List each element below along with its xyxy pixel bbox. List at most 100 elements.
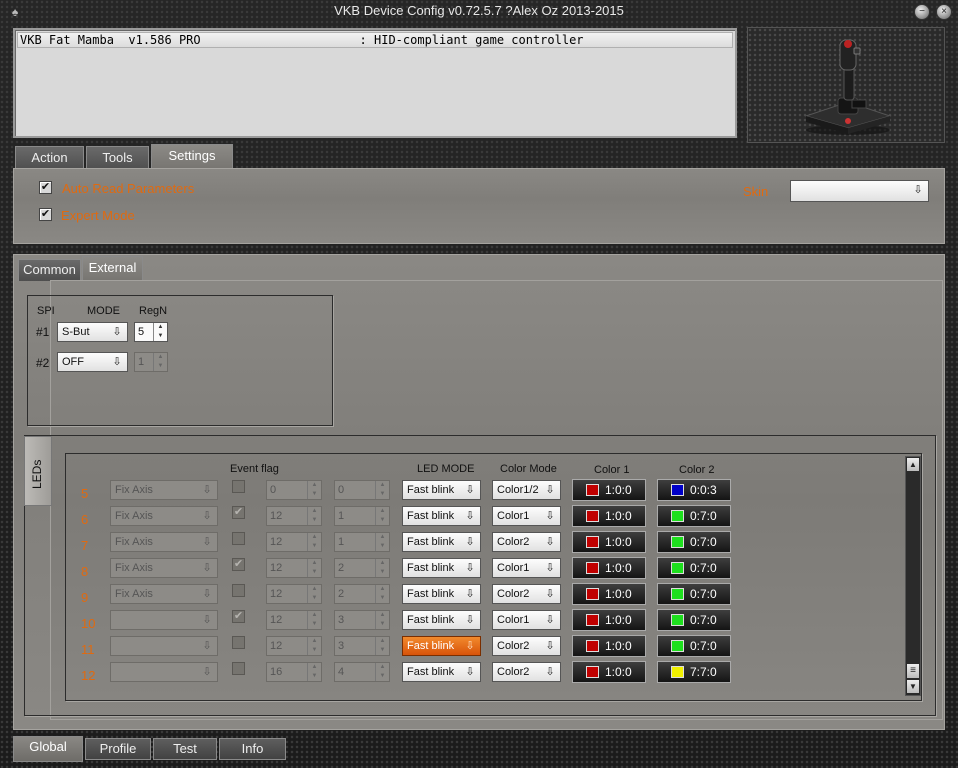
joystick-image-icon (804, 39, 892, 135)
led-number: 5 (81, 486, 89, 501)
scroll-down-icon[interactable]: ▼ (907, 680, 919, 693)
spinner-arrows-icon: ▲ ▼ (153, 353, 167, 371)
color-mode-dropdown[interactable]: Color2 ⇩ (492, 636, 561, 656)
led-mode-value: Fast blink (407, 640, 455, 652)
led-mode-dropdown[interactable]: Fast blink ⇩ (402, 610, 481, 630)
led-mode-dropdown[interactable]: Fast blink ⇩ (402, 662, 481, 682)
led-number: 11 (81, 642, 95, 657)
color2-value: 7:7:0 (690, 665, 717, 679)
color-mode-dropdown[interactable]: Color1/2 ⇩ (492, 480, 561, 500)
color2-button[interactable]: 0:7:0 (657, 583, 731, 605)
color1-button[interactable]: 1:0:0 (572, 609, 646, 631)
tab-external[interactable]: External (82, 256, 143, 282)
color2-button[interactable]: 0:7:0 (657, 635, 731, 657)
dropdown-arrow-icon: ⇩ (465, 510, 475, 522)
color1-button[interactable]: 1:0:0 (572, 661, 646, 683)
color2-value: 0:7:0 (690, 561, 717, 575)
spi1-regn-spinner[interactable]: 5 ▲ ▼ (134, 322, 168, 342)
color2-button[interactable]: 0:0:3 (657, 479, 731, 501)
event-flag-checkbox: ✔ (232, 610, 245, 623)
led-number: 7 (81, 538, 89, 553)
led-mode-dropdown[interactable]: Fast blink ⇩ (402, 584, 481, 604)
color1-button[interactable]: 1:0:0 (572, 583, 646, 605)
expert-mode-label: Expert Mode (61, 208, 135, 223)
led-axis-dropdown: ⇩ (110, 636, 218, 656)
spinner-arrows-icon: ▲ ▼ (307, 663, 321, 681)
tab-tools[interactable]: Tools (86, 146, 149, 170)
color-mode-dropdown[interactable]: Color2 ⇩ (492, 532, 561, 552)
tab-global[interactable]: Global (13, 736, 83, 762)
color1-button[interactable]: 1:0:0 (572, 479, 646, 501)
color2-button[interactable]: 0:7:0 (657, 609, 731, 631)
color1-value: 1:0:0 (605, 483, 632, 497)
spinner-arrows-icon: ▲ ▼ (375, 637, 389, 655)
mode-header: MODE (87, 305, 120, 317)
tab-test[interactable]: Test (153, 738, 217, 760)
color-mode-dropdown[interactable]: Color2 ⇩ (492, 662, 561, 682)
color2-button[interactable]: 0:7:0 (657, 531, 731, 553)
close-button[interactable]: × (936, 4, 952, 20)
spi1-mode-dropdown[interactable]: S-But ⇩ (57, 322, 128, 342)
color-mode-dropdown[interactable]: Color1 ⇩ (492, 506, 561, 526)
color2-swatch (671, 666, 684, 678)
regn-header: RegN (139, 305, 168, 317)
color2-button[interactable]: 0:7:0 (657, 505, 731, 527)
color-mode-value: Color1 (497, 562, 530, 574)
color2-button[interactable]: 7:7:0 (657, 661, 731, 683)
color1-button[interactable]: 1:0:0 (572, 531, 646, 553)
spinner-arrows-icon: ▲ ▼ (307, 637, 321, 655)
dropdown-arrow-icon: ⇩ (545, 562, 555, 574)
spi2-regn-spinner: 1 ▲ ▼ (134, 352, 168, 372)
led-number: 12 (81, 668, 96, 683)
color1-swatch (586, 484, 599, 496)
color1-swatch (586, 536, 599, 548)
tab-info[interactable]: Info (219, 738, 286, 760)
color2-button[interactable]: 0:7:0 (657, 557, 731, 579)
leds-side-tab[interactable]: LEDs (24, 436, 52, 506)
scroll-up-icon[interactable]: ▲ (907, 458, 919, 471)
tab-common[interactable]: Common (18, 259, 81, 281)
color2-value: 0:7:0 (690, 613, 717, 627)
event-flag-checkbox (232, 480, 245, 493)
led-mode-dropdown[interactable]: Fast blink ⇩ (402, 636, 481, 656)
led-param2-value: 0 (338, 484, 345, 496)
led-param1-spinner: 12 ▲ ▼ (266, 636, 322, 656)
color2-swatch (671, 614, 684, 626)
device-list[interactable]: VKB Fat Mamba v1.586 PRO : HID-compliant… (13, 28, 737, 138)
color-mode-dropdown[interactable]: Color2 ⇩ (492, 584, 561, 604)
check-icon: ✔ (233, 558, 244, 570)
expert-mode-checkbox[interactable]: ✔ (39, 208, 52, 221)
spi2-mode-dropdown[interactable]: OFF ⇩ (57, 352, 128, 372)
minimize-button[interactable]: − (914, 4, 930, 20)
led-mode-dropdown[interactable]: Fast blink ⇩ (402, 558, 481, 578)
color2-value: 0:7:0 (690, 535, 717, 549)
dropdown-arrow-icon: ⇩ (545, 510, 555, 522)
led-param2-spinner: 3 ▲ ▼ (334, 636, 390, 656)
tab-action[interactable]: Action (15, 146, 84, 170)
dropdown-arrow-icon: ⇩ (202, 536, 212, 548)
color-mode-dropdown[interactable]: Color1 ⇩ (492, 558, 561, 578)
color-mode-dropdown[interactable]: Color1 ⇩ (492, 610, 561, 630)
device-list-item[interactable]: VKB Fat Mamba v1.586 PRO : HID-compliant… (17, 32, 733, 48)
led-mode-dropdown[interactable]: Fast blink ⇩ (402, 532, 481, 552)
led-mode-dropdown[interactable]: Fast blink ⇩ (402, 480, 481, 500)
scroll-thumb[interactable]: ≡ (907, 664, 919, 678)
led-param1-value: 12 (270, 510, 283, 522)
spinner-arrows-icon: ▲ ▼ (307, 559, 321, 577)
skin-dropdown[interactable]: ⇩ (790, 180, 929, 202)
color1-button[interactable]: 1:0:0 (572, 505, 646, 527)
tab-settings[interactable]: Settings (151, 144, 233, 170)
color1-button[interactable]: 1:0:0 (572, 635, 646, 657)
led-mode-value: Fast blink (407, 536, 455, 548)
auto-read-checkbox[interactable]: ✔ (39, 181, 52, 194)
led-scrollbar[interactable]: ▲ ≡ ▼ (905, 456, 921, 696)
led-param2-spinner: 0 ▲ ▼ (334, 480, 390, 500)
led-param1-value: 12 (270, 640, 283, 652)
tab-profile[interactable]: Profile (85, 738, 151, 760)
color1-button[interactable]: 1:0:0 (572, 557, 646, 579)
spinner-arrows-icon[interactable]: ▲ ▼ (153, 323, 167, 341)
event-flag-checkbox (232, 662, 245, 675)
color2-value: 0:7:0 (690, 639, 717, 653)
color2-value: 0:0:3 (690, 483, 717, 497)
led-mode-dropdown[interactable]: Fast blink ⇩ (402, 506, 481, 526)
